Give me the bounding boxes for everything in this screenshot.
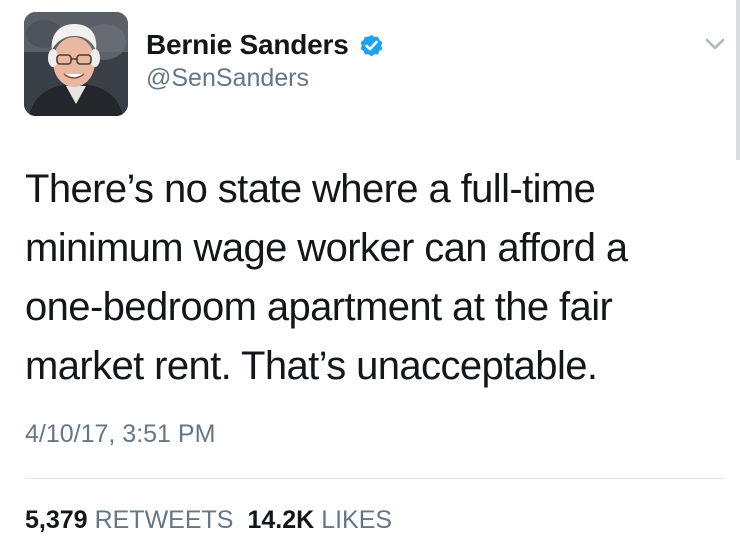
verified-badge-icon — [358, 32, 385, 59]
author-name-row: Bernie Sanders — [146, 28, 385, 62]
tweet-text-line: There’s no state where a full-time — [25, 167, 596, 211]
display-name[interactable]: Bernie Sanders — [146, 29, 349, 61]
tweet-text-line: one-bedroom apartment at the fair — [25, 285, 613, 329]
chevron-down-icon[interactable] — [704, 36, 726, 52]
scroll-edge — [736, 0, 740, 160]
tweet-timestamp[interactable]: 4/10/17, 3:51 PM — [25, 420, 215, 449]
divider — [25, 478, 725, 479]
likes-label[interactable]: LIKES — [321, 506, 392, 535]
tweet-text: There’s no state where a full-time minim… — [25, 160, 725, 396]
likes-count[interactable]: 14.2K — [247, 506, 314, 535]
tweet-text-line: market rent. That’s unacceptable. — [25, 344, 598, 388]
avatar[interactable] — [24, 12, 128, 116]
retweets-label[interactable]: RETWEETS — [95, 506, 234, 535]
retweets-count[interactable]: 5,379 — [25, 506, 88, 535]
tweet-stats: 5,379 RETWEETS 14.2K LIKES — [25, 506, 406, 535]
author-handle[interactable]: @SenSanders — [146, 64, 309, 93]
avatar-photo — [24, 12, 128, 116]
tweet-text-line: minimum wage worker can afford a — [25, 226, 628, 270]
